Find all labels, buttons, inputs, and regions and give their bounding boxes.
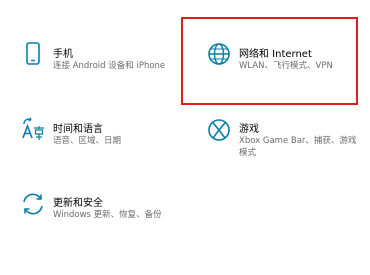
time-language-tile[interactable]: 时间和语言 语音、区域、日期 [10,116,180,156]
sync-icon [20,191,46,217]
time-language-desc: 语音、区域、日期 [53,136,122,146]
phone-desc: 连接 Android 设备和 iPhone [53,61,166,71]
update-security-desc: Windows 更新、恢复、备份 [53,210,162,220]
language-icon [20,116,46,142]
gaming-desc-line1: Xbox Game Bar、捕获、游戏 [239,136,357,146]
highlight-box [181,17,358,105]
update-security-tile[interactable]: 更新和安全 Windows 更新、恢复、备份 [10,190,180,230]
gaming-desc-line2: 模式 [239,148,257,158]
gaming-title: 游戏 [239,124,259,135]
gaming-tile[interactable]: 游戏 Xbox Game Bar、捕获、游戏 模式 [196,116,366,160]
phone-icon [20,41,46,67]
phone-tile[interactable]: 手机 连接 Android 设备和 iPhone [10,38,180,78]
settings-home: 手机 连接 Android 设备和 iPhone 网络和 Internet WL… [0,0,370,275]
phone-title: 手机 [53,49,73,60]
time-language-title: 时间和语言 [53,124,103,135]
update-security-title: 更新和安全 [53,198,103,209]
xbox-icon [206,117,232,143]
